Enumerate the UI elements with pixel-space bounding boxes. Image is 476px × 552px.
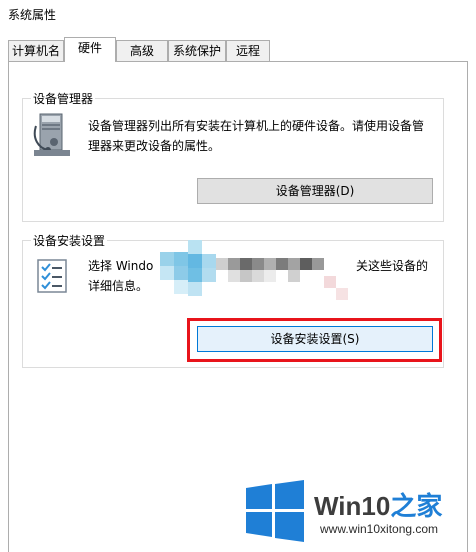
window-titlebar[interactable]: 系统属性 bbox=[0, 0, 476, 30]
tab-computer-name[interactable]: 计算机名 bbox=[8, 40, 64, 61]
tab-hardware[interactable]: 硬件 bbox=[64, 37, 116, 62]
device-manager-button[interactable]: 设备管理器(D) bbox=[197, 178, 433, 204]
tab-advanced[interactable]: 高级 bbox=[116, 40, 168, 61]
device-install-group-title: 设备安装设置 bbox=[31, 232, 108, 249]
device-manager-description: 设备管理器列出所有安装在计算机上的硬件设备。请使用设备管 理器来更改设备的属性。 bbox=[88, 116, 424, 156]
device-install-desc-start: 选择 Windo bbox=[88, 259, 154, 273]
watermark-brand-prefix: Win10 bbox=[314, 491, 391, 521]
device-install-settings-button[interactable]: 设备安装设置(S) bbox=[197, 326, 433, 352]
watermark-logo: Win10之家 www.win10xitong.com bbox=[238, 474, 476, 552]
device-manager-desc-line2: 理器来更改设备的属性。 bbox=[88, 139, 221, 153]
device-manager-desc-line1: 设备管理器列出所有安装在计算机上的硬件设备。请使用设备管 bbox=[88, 119, 425, 133]
redaction-mosaic bbox=[160, 240, 350, 302]
tab-label: 硬件 bbox=[77, 41, 102, 55]
device-manager-icon bbox=[33, 113, 70, 156]
watermark-url: www.win10xitong.com bbox=[320, 522, 439, 536]
tab-label: 计算机名 bbox=[11, 44, 60, 58]
device-install-desc-end: 关这些设备的 bbox=[355, 259, 428, 273]
tab-label: 远程 bbox=[235, 44, 260, 58]
tab-label: 系统保护 bbox=[172, 44, 221, 58]
tab-remote[interactable]: 远程 bbox=[226, 40, 270, 61]
windows-logo-icon bbox=[246, 480, 304, 542]
tab-system-protection[interactable]: 系统保护 bbox=[168, 40, 226, 61]
device-manager-group-title: 设备管理器 bbox=[31, 90, 96, 107]
mosaic-image bbox=[160, 240, 348, 300]
watermark-brand: Win10之家 bbox=[314, 486, 442, 523]
tab-label: 高级 bbox=[129, 44, 154, 58]
window-title: 系统属性 bbox=[8, 8, 57, 22]
checklist-icon bbox=[37, 259, 67, 293]
watermark-brand-suffix: 之家 bbox=[390, 491, 443, 521]
